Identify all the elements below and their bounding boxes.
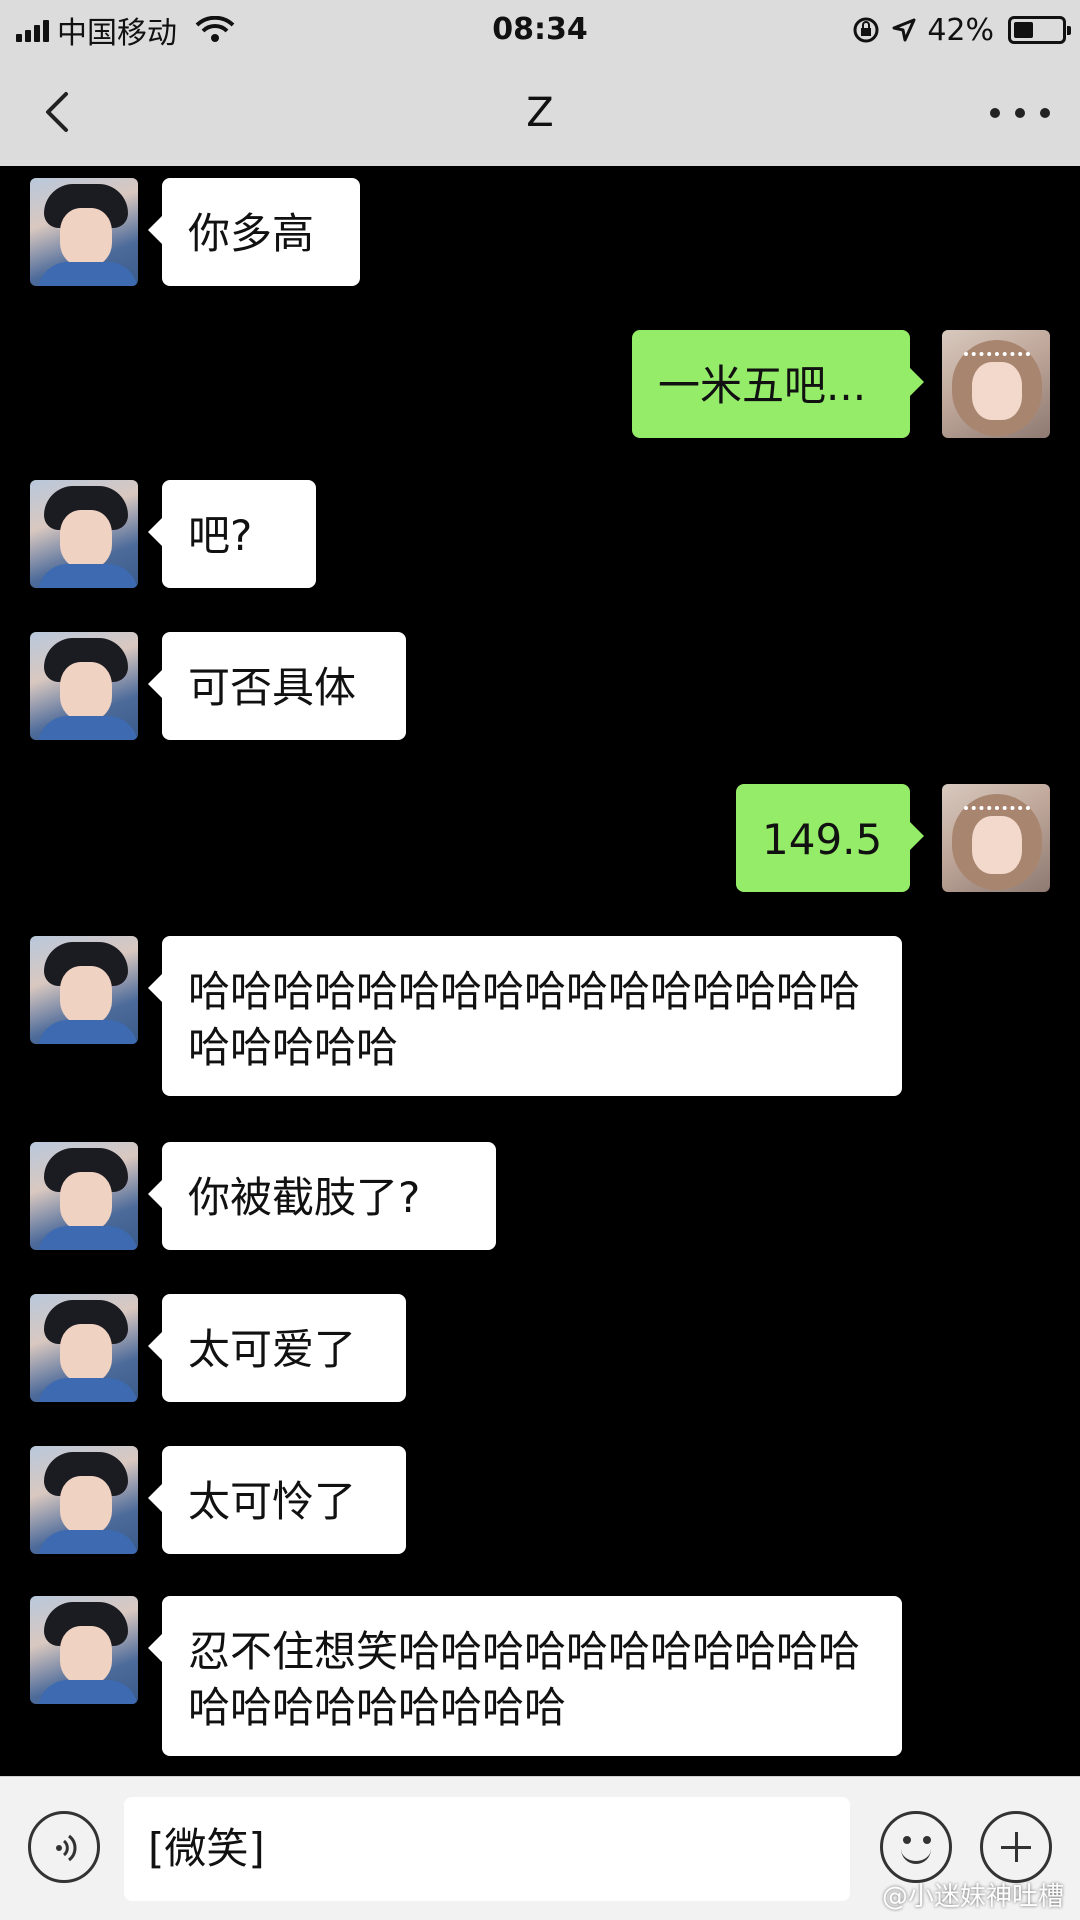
message-bubble[interactable]: 哈哈哈哈哈哈哈哈哈哈哈哈哈哈哈哈哈哈哈哈哈 xyxy=(148,936,902,1096)
avatar[interactable] xyxy=(30,1142,138,1250)
message-bubble[interactable]: 可否具体 xyxy=(148,632,406,740)
emoji-icon[interactable] xyxy=(880,1811,952,1883)
message-bubble[interactable]: 你多高 xyxy=(148,178,360,286)
more-dots-icon[interactable] xyxy=(990,96,1050,130)
avatar[interactable] xyxy=(30,178,138,286)
avatar[interactable] xyxy=(30,1596,138,1704)
battery-fill xyxy=(1014,22,1033,38)
avatar[interactable] xyxy=(30,936,138,1044)
battery-percent: 42% xyxy=(927,12,994,48)
message-bubble[interactable]: 太可爱了 xyxy=(148,1294,406,1402)
message-input[interactable]: [微笑] xyxy=(124,1797,850,1901)
message-bubble[interactable]: 忍不住想笑哈哈哈哈哈哈哈哈哈哈哈哈哈哈哈哈哈哈哈哈 xyxy=(148,1596,902,1756)
plus-icon[interactable] xyxy=(980,1811,1052,1883)
chat-title: Z xyxy=(526,90,554,136)
status-bar: 中国移动 08:34 42% xyxy=(0,0,1080,60)
avatar[interactable] xyxy=(30,1294,138,1402)
avatar[interactable] xyxy=(30,1446,138,1554)
avatar[interactable] xyxy=(942,330,1050,438)
avatar[interactable] xyxy=(942,784,1050,892)
message-bubble[interactable]: 149.5 xyxy=(736,784,924,892)
nav-bar: Z xyxy=(0,60,1080,166)
status-right: 42% xyxy=(851,10,1071,50)
battery-icon xyxy=(1008,16,1071,44)
watermark: @小迷妹神吐槽 xyxy=(881,1882,1064,1912)
chat-area[interactable]: 你多高 一米五吧... 吧? 可否具体 149.5 哈哈哈哈哈哈哈哈哈哈哈哈哈哈… xyxy=(0,166,1080,1776)
avatar[interactable] xyxy=(30,632,138,740)
rotation-lock-icon xyxy=(853,17,879,43)
message-bubble[interactable]: 一米五吧... xyxy=(632,330,924,438)
voice-icon[interactable] xyxy=(28,1811,100,1883)
message-bubble[interactable]: 吧? xyxy=(148,480,316,588)
message-bubble[interactable]: 你被截肢了? xyxy=(148,1142,496,1250)
location-arrow-icon xyxy=(892,18,916,42)
avatar[interactable] xyxy=(30,480,138,588)
message-bubble[interactable]: 太可怜了 xyxy=(148,1446,406,1554)
